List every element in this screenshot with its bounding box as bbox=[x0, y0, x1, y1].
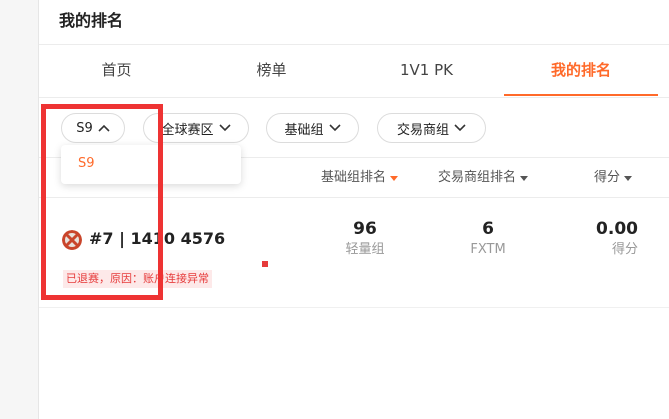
basic-rank-stat: 96 轻量组 bbox=[335, 218, 395, 260]
chevron-down-icon bbox=[328, 124, 341, 132]
broker-rank-column-header[interactable]: 交易商组排名 bbox=[438, 158, 529, 198]
group-filter-label: 基础组 bbox=[284, 122, 324, 138]
broker-rank-header-label: 交易商组排名 bbox=[438, 170, 517, 185]
chevron-down-icon bbox=[454, 124, 466, 132]
group-filter[interactable]: 基础组 bbox=[266, 113, 359, 143]
chevron-down-icon bbox=[218, 124, 231, 132]
tab-leaderboard[interactable]: 榜单 bbox=[194, 45, 349, 97]
basic-rank-label: 轻量组 bbox=[345, 242, 385, 257]
sort-down-icon bbox=[390, 175, 399, 181]
basic-rank-column-header[interactable]: 基础组排名 bbox=[321, 158, 399, 198]
page: 我的排名 首页 榜单 1V1 PK 我的排名 S9 全球赛区 基础组 交易商组 bbox=[0, 0, 669, 419]
score-label: 得分 bbox=[611, 242, 638, 257]
broker-group-filter[interactable]: 交易商组 bbox=[377, 113, 486, 143]
broker-rank-label: FXTM bbox=[470, 242, 506, 257]
left-sidebar-strip bbox=[0, 0, 38, 419]
region-filter-label: 全球赛区 bbox=[161, 122, 214, 138]
red-marker bbox=[262, 261, 268, 267]
highlight-annotation-box bbox=[41, 104, 163, 300]
score-stat: 0.00 得分 bbox=[578, 218, 638, 260]
tab-1v1-pk[interactable]: 1V1 PK bbox=[349, 45, 504, 97]
sort-down-icon bbox=[624, 175, 633, 181]
score-header-label: 得分 bbox=[594, 170, 621, 185]
tabs-divider bbox=[39, 97, 669, 98]
basic-rank-header-label: 基础组排名 bbox=[321, 170, 387, 185]
broker-rank-value: 6 bbox=[482, 219, 494, 239]
page-title: 我的排名 bbox=[59, 11, 124, 30]
broker-group-filter-label: 交易商组 bbox=[396, 122, 449, 138]
tab-home[interactable]: 首页 bbox=[39, 45, 194, 97]
active-tab-indicator bbox=[504, 94, 658, 96]
tab-my-ranking[interactable]: 我的排名 bbox=[504, 45, 658, 97]
basic-rank-value: 96 bbox=[353, 219, 377, 239]
score-column-header[interactable]: 得分 bbox=[594, 158, 633, 198]
sort-down-icon bbox=[520, 175, 529, 181]
score-value: 0.00 bbox=[596, 219, 638, 239]
broker-rank-stat: 6 FXTM bbox=[458, 218, 518, 260]
tab-bar: 首页 榜单 1V1 PK 我的排名 bbox=[39, 45, 669, 97]
row-divider bbox=[39, 307, 669, 308]
